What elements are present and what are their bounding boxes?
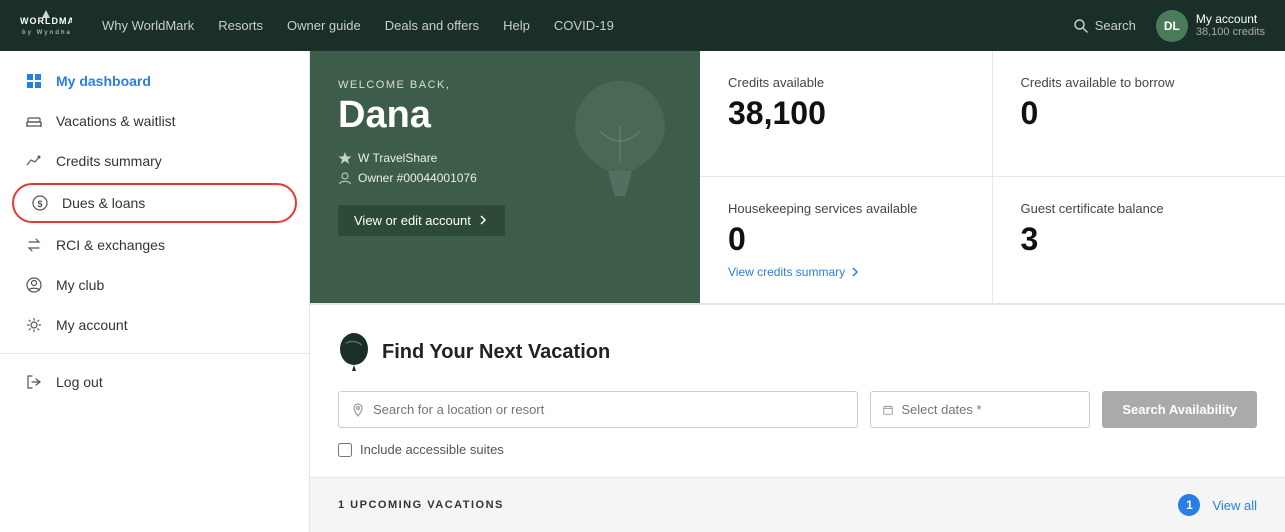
sidebar-label-my-dashboard: My dashboard [56,73,151,89]
upcoming-vacations-section: 1 UPCOMING VACATIONS 1 View all [310,477,1285,532]
nav-link-covid[interactable]: COVID-19 [554,18,614,33]
account-name: My account [1196,12,1265,26]
sidebar-item-vacations-waitlist[interactable]: Vacations & waitlist [0,101,309,141]
location-input[interactable] [373,402,845,417]
view-credits-summary-link[interactable]: View credits summary [728,265,861,279]
view-credits-summary-label: View credits summary [728,265,845,279]
owner-number-text: Owner #00044001076 [358,171,477,185]
chart-icon [24,153,44,169]
guest-cert-value: 3 [1021,222,1258,257]
person-icon [338,171,352,185]
gear-icon [24,317,44,333]
sidebar-item-dues-loans[interactable]: $ Dues & loans [12,183,297,223]
view-edit-account-button[interactable]: View or edit account [338,205,505,236]
credits-borrow-label: Credits available to borrow [1021,75,1258,90]
arrows-icon [24,237,44,253]
stat-housekeeping: Housekeeping services available 0 View c… [700,177,993,303]
logo[interactable]: WORLDMARK by Wyndham [20,10,72,41]
svg-text:$: $ [37,199,42,209]
view-all-link[interactable]: View all [1212,498,1257,513]
sidebar-item-log-out[interactable]: Log out [0,362,309,402]
avatar: DL [1156,10,1188,42]
housekeeping-label: Housekeeping services available [728,201,964,216]
sidebar-item-rci-exchanges[interactable]: RCI & exchanges [0,225,309,265]
travel-share-label: W TravelShare [358,151,437,165]
vacation-header: Find Your Next Vacation [338,333,1257,371]
stat-credits-available: Credits available 38,100 [700,51,993,177]
account-menu[interactable]: DL My account 38,100 credits [1156,10,1265,42]
sidebar-label-logout: Log out [56,374,103,390]
sidebar-label-my-club: My club [56,277,104,293]
bed-icon [24,113,44,129]
account-info: My account 38,100 credits [1196,12,1265,40]
sidebar-item-my-club[interactable]: My club [0,265,309,305]
accessible-suites-label: Include accessible suites [360,442,504,457]
location-search-field[interactable] [338,391,858,428]
search-availability-button[interactable]: Search Availability [1102,391,1257,428]
search-button[interactable]: Search [1073,18,1136,34]
date-input[interactable] [901,402,1077,417]
accessible-row: Include accessible suites [338,442,1257,457]
upcoming-vacations-label: 1 UPCOMING VACATIONS [338,499,504,511]
accessible-suites-checkbox[interactable] [338,443,352,457]
user-circle-icon [24,277,44,293]
sidebar-label-credits: Credits summary [56,153,162,169]
main-layout: My dashboard Vacations & waitlist Cred [0,51,1285,532]
vacation-search-title: Find Your Next Vacation [382,341,610,364]
vacation-search-section: Find Your Next Vacation [310,304,1285,477]
nav-right: Search DL My account 38,100 credits [1073,10,1265,42]
nav-link-owner-guide[interactable]: Owner guide [287,18,361,33]
upcoming-right: 1 View all [1178,494,1257,516]
balloon-icon [338,333,370,371]
chevron-right-small-icon [849,266,861,278]
location-icon [351,403,365,417]
top-navigation: WORLDMARK by Wyndham Why WorldMark Resor… [0,0,1285,51]
guest-cert-label: Guest certificate balance [1021,201,1258,216]
top-section: WELCOME BACK, Dana W TravelShare Owner #… [310,51,1285,304]
view-edit-account-label: View or edit account [354,213,471,228]
sidebar-item-my-dashboard[interactable]: My dashboard [0,61,309,101]
sidebar-divider [0,353,309,354]
nav-links: Why WorldMark Resorts Owner guide Deals … [102,18,1073,33]
nav-link-deals[interactable]: Deals and offers [385,18,479,33]
search-label: Search [1095,18,1136,33]
sidebar: My dashboard Vacations & waitlist Cred [0,51,310,532]
stats-area: Credits available 38,100 Credits availab… [700,51,1285,303]
chevron-right-icon [477,214,489,226]
calendar-icon [883,403,893,417]
upcoming-count-badge: 1 [1178,494,1200,516]
logo-wordmark: WORLDMARK by Wyndham [20,10,72,41]
grid-icon [24,73,44,89]
date-field[interactable] [870,391,1090,428]
logout-icon [24,374,44,390]
credits-available-label: Credits available [728,75,964,90]
search-icon [1073,18,1089,34]
dollar-icon: $ [30,195,50,211]
welcome-card: WELCOME BACK, Dana W TravelShare Owner #… [310,51,700,303]
nav-link-help[interactable]: Help [503,18,530,33]
sidebar-label-vacations: Vacations & waitlist [56,113,176,129]
sidebar-label-my-account: My account [56,317,128,333]
search-row: Search Availability [338,391,1257,428]
main-content: WELCOME BACK, Dana W TravelShare Owner #… [310,51,1285,532]
welcome-graphic [560,71,680,201]
sidebar-item-my-account[interactable]: My account [0,305,309,345]
nav-link-resorts[interactable]: Resorts [218,18,263,33]
svg-text:by Wyndham: by Wyndham [22,30,72,36]
nav-link-why[interactable]: Why WorldMark [102,18,194,33]
account-credits: 38,100 credits [1196,26,1265,39]
stat-guest-cert: Guest certificate balance 3 [993,177,1285,303]
sidebar-item-credits-summary[interactable]: Credits summary [0,141,309,181]
stat-credits-borrow: Credits available to borrow 0 [993,51,1285,177]
star-icon [338,151,352,165]
credits-borrow-value: 0 [1021,96,1258,131]
housekeeping-value: 0 [728,222,964,257]
sidebar-label-rci: RCI & exchanges [56,237,165,253]
sidebar-label-dues: Dues & loans [62,195,145,211]
credits-available-value: 38,100 [728,96,964,131]
